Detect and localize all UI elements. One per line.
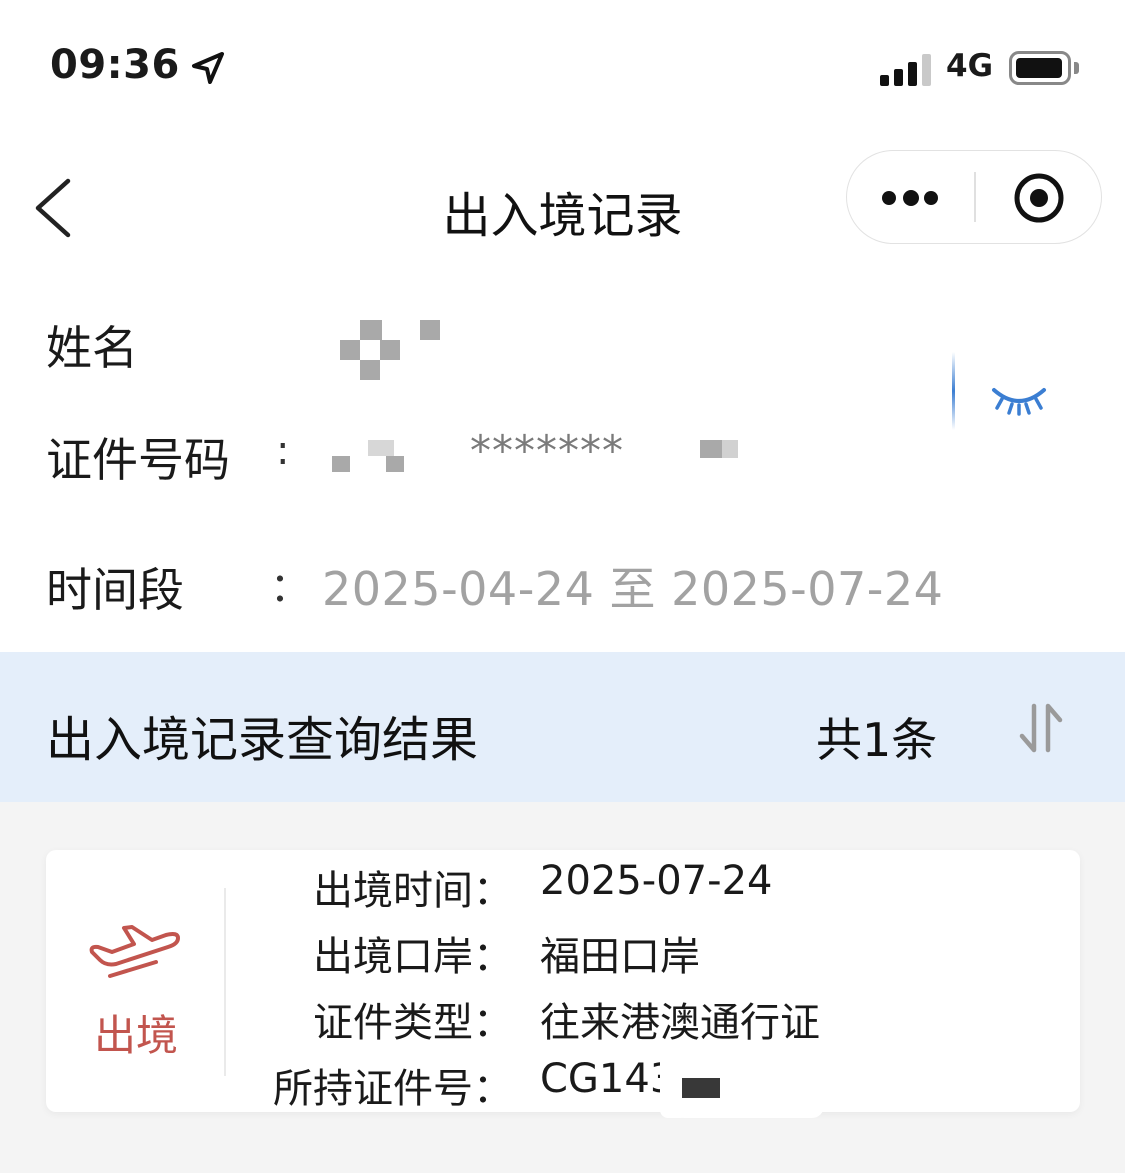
location-arrow-icon: [192, 52, 224, 84]
id-number-label: 证件号码: [46, 433, 230, 487]
eye-closed-icon[interactable]: [988, 378, 1050, 418]
document-number-value: CG143: [540, 1056, 676, 1102]
battery-cap: [1074, 62, 1079, 74]
sort-icon[interactable]: [1012, 700, 1070, 756]
document-type-label: 证件类型：: [313, 1000, 513, 1046]
network-type-label: 4G: [946, 48, 994, 84]
id-number-value: *******: [470, 426, 624, 475]
document-number-label: 所持证件号：: [273, 1066, 513, 1112]
document-number-masked: [682, 1078, 720, 1098]
toggle-divider: [952, 352, 955, 430]
exit-date-value: 2025-07-24: [540, 858, 773, 904]
record-type-label: 出境: [94, 1011, 179, 1060]
exit-date-label: 出境时间：: [313, 868, 513, 914]
battery-icon: [1009, 51, 1071, 85]
time-period-value[interactable]: 2025-04-24 至 2025-07-24: [322, 553, 943, 619]
status-time: 09:36: [50, 42, 180, 88]
results-title: 出入境记录查询结果: [46, 712, 479, 768]
card-divider: [224, 888, 226, 1076]
id-number-colon: :: [276, 428, 290, 474]
time-period-colon: ：: [270, 565, 310, 611]
capsule-divider: [974, 172, 976, 222]
close-target-icon[interactable]: [1012, 171, 1066, 225]
time-period-label: 时间段: [46, 563, 184, 617]
document-type-value: 往来港澳通行证: [540, 1000, 820, 1046]
exit-port-value: 福田口岸: [540, 934, 700, 980]
airplane-departure-icon: [89, 925, 180, 978]
signal-strength-icon: [880, 52, 936, 86]
more-dots-icon[interactable]: [880, 186, 942, 210]
results-count: 共1条: [816, 713, 938, 767]
exit-port-label: 出境口岸：: [313, 934, 513, 980]
name-label: 姓名: [46, 321, 138, 375]
